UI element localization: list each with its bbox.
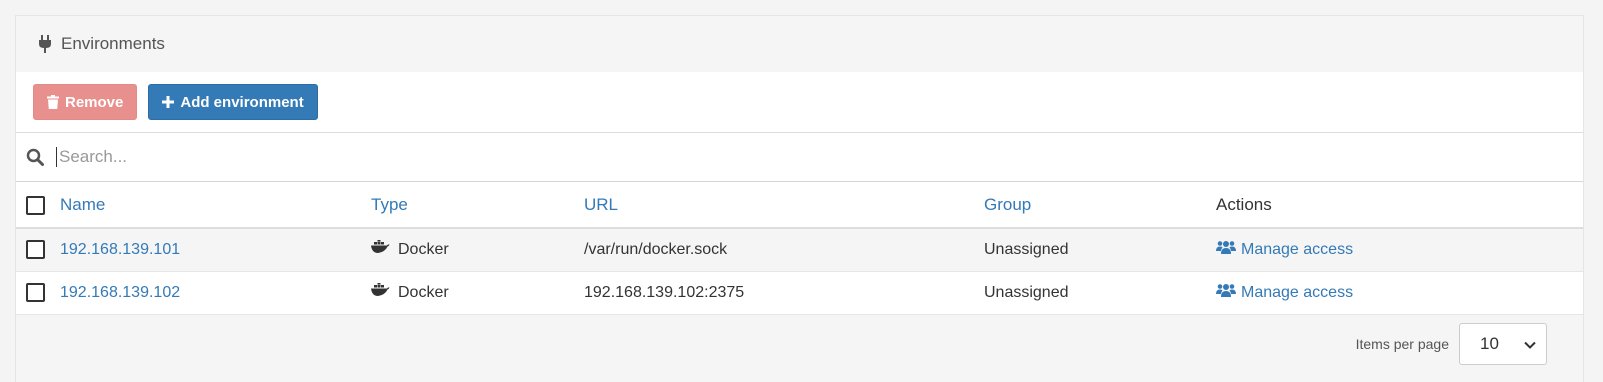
column-header-group[interactable]: Group: [984, 182, 1216, 228]
group-cell: Unassigned: [984, 283, 1069, 301]
environment-name-link[interactable]: 192.168.139.102: [60, 284, 180, 301]
manage-access-link[interactable]: Manage access: [1216, 240, 1353, 259]
table-row: 192.168.139.101 Docker /var/run/docker.s…: [16, 228, 1583, 271]
search-input[interactable]: [56, 147, 656, 167]
add-environment-button[interactable]: Add environment: [148, 84, 318, 120]
environments-widget: Environments Remove Add environment Sear…: [15, 15, 1584, 382]
manage-access-link[interactable]: Manage access: [1216, 283, 1353, 302]
users-icon: [1216, 283, 1236, 302]
group-cell: Unassigned: [984, 240, 1069, 258]
url-cell: /var/run/docker.sock: [584, 240, 728, 258]
chevron-down-icon: [1524, 334, 1536, 354]
column-header-type[interactable]: Type: [371, 182, 584, 228]
manage-access-label: Manage access: [1241, 240, 1354, 258]
remove-button[interactable]: Remove: [33, 84, 138, 120]
remove-button-label: Remove: [65, 93, 124, 111]
plus-icon: [162, 96, 175, 108]
search-icon: [25, 148, 45, 166]
page-title: Environments: [61, 34, 165, 53]
column-header-name[interactable]: Name: [60, 182, 371, 228]
docker-icon: [371, 240, 390, 259]
items-per-page-label: Items per page: [1355, 335, 1449, 352]
column-header-actions: Actions: [1216, 194, 1272, 214]
search-bar: [16, 133, 1583, 182]
items-per-page-select[interactable]: 10: [1459, 322, 1547, 365]
type-label: Docker: [398, 240, 449, 258]
select-all-checkbox[interactable]: [26, 195, 45, 215]
items-per-page-value: 10: [1480, 333, 1499, 353]
column-header-url[interactable]: URL: [584, 182, 984, 228]
add-environment-label: Add environment: [180, 93, 304, 111]
table-header-row: Name Type URL Group Actions: [16, 182, 1583, 228]
environments-table: Name Type URL Group Actions 192.168.139.…: [16, 182, 1583, 315]
manage-access-label: Manage access: [1241, 283, 1354, 301]
toolbar: Remove Add environment: [16, 72, 1583, 133]
plug-icon: [38, 35, 52, 53]
table-footer: Items per page 10: [16, 314, 1583, 373]
trash-icon: [47, 95, 59, 109]
type-cell: Docker: [371, 240, 449, 259]
widget-header: Environments: [16, 16, 1583, 72]
environment-name-link[interactable]: 192.168.139.101: [60, 241, 180, 258]
url-cell: 192.168.139.102:2375: [584, 283, 745, 301]
type-cell: Docker: [371, 283, 449, 302]
row-checkbox[interactable]: [26, 283, 45, 302]
table-row: 192.168.139.102 Docker 192.168.139.102:2…: [16, 271, 1583, 314]
type-label: Docker: [398, 283, 449, 301]
users-icon: [1216, 240, 1236, 259]
row-checkbox[interactable]: [26, 240, 45, 260]
docker-icon: [371, 283, 390, 302]
